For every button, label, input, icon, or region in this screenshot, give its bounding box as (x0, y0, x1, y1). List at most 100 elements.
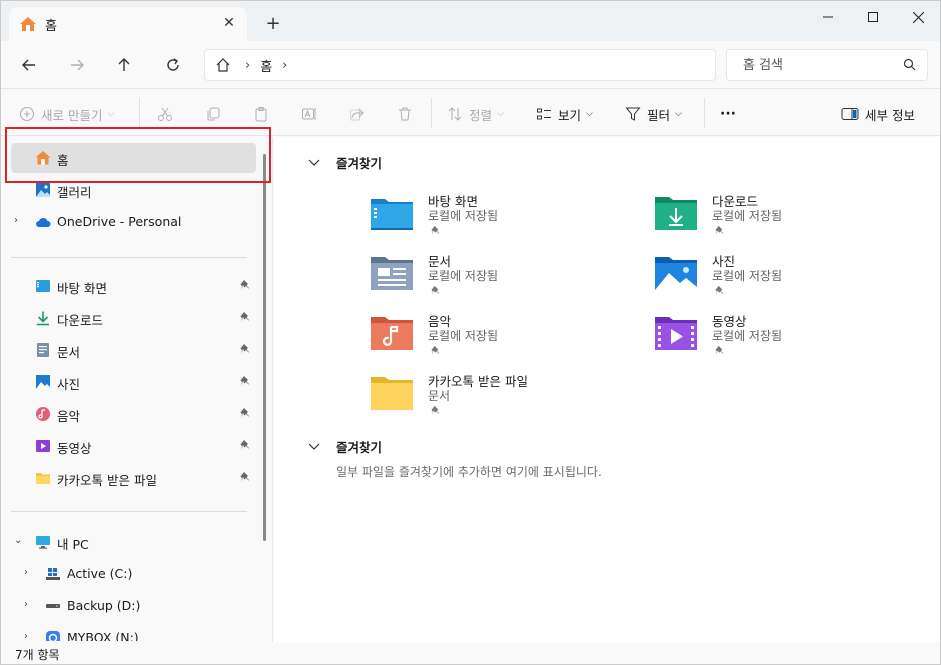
title-bar: 홈 ✕ + (1, 1, 940, 41)
sidebar-item-label: Backup (D:) (67, 598, 141, 613)
refresh-button[interactable] (161, 53, 185, 77)
sidebar-item-videos[interactable]: 동영상 (11, 431, 256, 461)
minimize-icon (823, 16, 833, 18)
back-button[interactable] (17, 53, 41, 77)
tab-home[interactable]: 홈 ✕ (9, 7, 247, 41)
favorites-header[interactable]: 즐겨찾기 (306, 437, 382, 456)
tile-status: 로컬에 저장됨 (712, 269, 783, 283)
chevron-down-icon (308, 443, 320, 450)
sidebar-item-onedrive[interactable]: › OneDrive - Personal (11, 207, 256, 237)
pin-icon[interactable] (240, 471, 252, 483)
chevron-down-icon[interactable]: ⌄ (14, 535, 22, 546)
address-bar[interactable]: › 홈 › (204, 49, 716, 81)
drive-c-icon (46, 568, 60, 580)
sidebar-item-label: 음악 (57, 409, 81, 424)
sidebar-item-label: 다운로드 (57, 313, 104, 328)
tile-music[interactable]: 음악 로컬에 저장됨 (370, 309, 630, 367)
pin-icon[interactable] (240, 375, 252, 387)
chevron-down-icon: ⌵ (107, 109, 115, 119)
sidebar-item-label: Active (C:) (67, 566, 133, 581)
chevron-down-icon: ⌵ (497, 109, 504, 119)
navigation-pane: 홈 갤러리 › OneDrive - Personal 바탕 화면 다운로드 문… (1, 137, 273, 642)
pictures-icon (36, 375, 50, 389)
up-button[interactable] (112, 53, 136, 77)
plus-circle-icon (19, 106, 35, 122)
command-bar: 새로 만들기 ⌵ 정렬 ⌵ 보기 ⌵ 필터 ⌵ ··· 세부 정보 (1, 90, 940, 136)
sidebar-item-documents[interactable]: 문서 (11, 335, 256, 365)
sort-button[interactable]: 정렬 ⌵ (447, 102, 504, 126)
quick-access-header[interactable]: 즐겨찾기 (306, 153, 382, 172)
more-options-button[interactable]: ··· (720, 102, 736, 126)
sidebar-item-label: 사진 (57, 377, 81, 392)
sidebar-item-kakaotalk-files[interactable]: 카카오톡 받은 파일 (11, 463, 256, 493)
pin-icon[interactable] (240, 407, 252, 419)
chevron-right-icon[interactable]: › (24, 599, 28, 610)
view-button[interactable]: 보기 ⌵ (536, 102, 593, 126)
details-pane-button[interactable]: 세부 정보 (841, 102, 915, 126)
chevron-right-icon[interactable]: › (282, 58, 287, 73)
tile-documents[interactable]: 문서 로컬에 저장됨 (370, 249, 630, 307)
tile-kakaotalk-files[interactable]: 카카오톡 받은 파일 문서 (370, 369, 630, 427)
navigation-bar: › 홈 › (1, 41, 940, 89)
breadcrumb-home[interactable]: 홈 (260, 56, 272, 75)
sidebar-item-downloads[interactable]: 다운로드 (11, 303, 256, 333)
pin-icon[interactable] (240, 279, 252, 291)
sidebar-item-this-pc[interactable]: ⌄ 내 PC (11, 527, 256, 557)
maximize-icon (868, 12, 878, 22)
tile-desktop[interactable]: 바탕 화면 로컬에 저장됨 (370, 189, 630, 247)
search-icon (903, 58, 916, 71)
sort-icon (448, 107, 462, 121)
mybox-icon (46, 631, 60, 641)
sidebar-item-drive-c[interactable]: › Active (C:) (21, 559, 266, 589)
chevron-right-icon[interactable]: › (24, 567, 28, 578)
close-window-button[interactable] (895, 1, 940, 33)
sidebar-item-label: 카카오톡 받은 파일 (57, 473, 157, 488)
chevron-right-icon[interactable]: › (24, 631, 28, 641)
more-icon: ··· (720, 106, 736, 122)
new-button-label: 새로 만들기 (41, 107, 103, 123)
tile-pictures[interactable]: 사진 로컬에 저장됨 (654, 249, 914, 307)
sidebar-item-label: 문서 (57, 345, 81, 360)
pin-icon (431, 405, 440, 416)
sidebar-scrollbar[interactable] (263, 154, 266, 541)
share-button[interactable] (349, 102, 365, 126)
delete-button[interactable] (397, 102, 413, 126)
paste-button[interactable] (253, 102, 269, 126)
sidebar-item-gallery[interactable]: 갤러리 (11, 175, 256, 205)
rename-button[interactable] (301, 102, 317, 126)
pc-icon (36, 536, 50, 549)
forward-button[interactable] (65, 53, 89, 77)
search-box[interactable] (726, 49, 928, 81)
pin-icon[interactable] (240, 343, 252, 355)
pin-icon[interactable] (240, 439, 252, 451)
chevron-right-icon[interactable]: › (14, 215, 18, 226)
desktop-folder-icon (371, 199, 413, 230)
sidebar-item-pictures[interactable]: 사진 (11, 367, 256, 397)
minimize-button[interactable] (805, 1, 851, 33)
sidebar-item-desktop[interactable]: 바탕 화면 (11, 271, 256, 301)
sidebar-item-mybox[interactable]: › MYBOX (N:) (21, 623, 266, 641)
tile-downloads[interactable]: 다운로드 로컬에 저장됨 (654, 189, 914, 247)
sidebar-item-home[interactable]: 홈 (11, 143, 256, 173)
item-count: 7개 항목 (15, 648, 60, 662)
trash-icon (399, 107, 411, 121)
toolbar-divider (704, 98, 705, 128)
maximize-button[interactable] (850, 1, 896, 33)
tile-videos[interactable]: 동영상 로컬에 저장됨 (654, 309, 914, 367)
tile-status: 로컬에 저장됨 (428, 269, 499, 283)
arrow-left-icon (22, 59, 35, 71)
details-pane-icon (841, 108, 859, 120)
gallery-icon (36, 183, 50, 197)
favorites-empty-message: 일부 파일을 즐겨찾기에 추가하면 여기에 표시됩니다. (336, 465, 602, 479)
search-input[interactable] (743, 57, 893, 73)
close-tab-icon[interactable]: ✕ (221, 15, 237, 31)
cut-button[interactable] (157, 102, 173, 126)
filter-button[interactable]: 필터 ⌵ (625, 102, 682, 126)
new-tab-button[interactable]: + (263, 13, 283, 34)
sidebar-item-music[interactable]: 음악 (11, 399, 256, 429)
sidebar-item-drive-d[interactable]: › Backup (D:) (21, 591, 266, 621)
pin-icon (715, 225, 724, 236)
copy-button[interactable] (205, 102, 221, 126)
pin-icon[interactable] (240, 311, 252, 323)
new-button[interactable]: 새로 만들기 ⌵ (19, 102, 114, 126)
